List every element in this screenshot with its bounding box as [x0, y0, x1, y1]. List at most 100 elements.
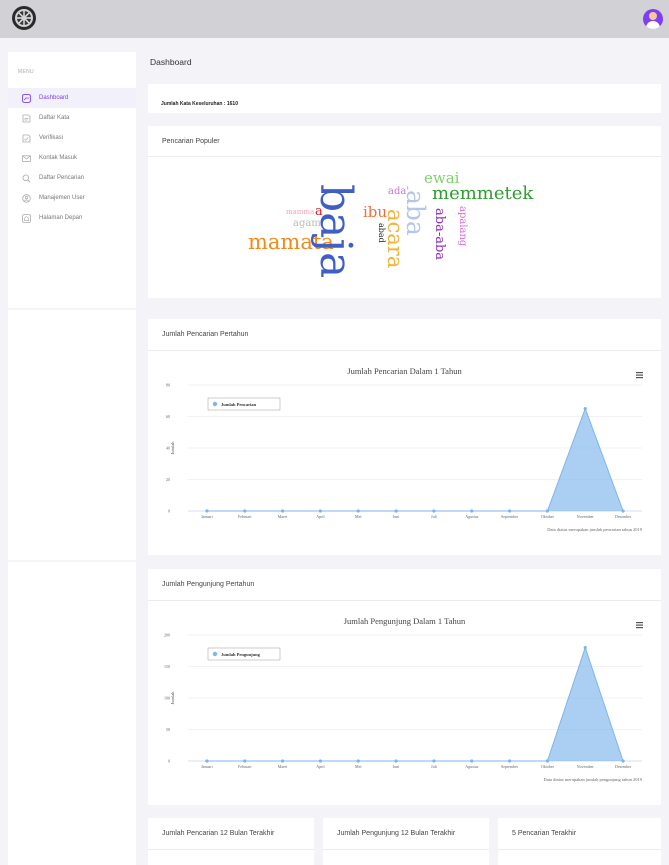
visitor-12-months-title: Jumlah Pengunjung 12 Bulan Terakhir [337, 830, 456, 837]
search-12-months-card: Jumlah Pencarian 12 Bulan Terakhir [148, 818, 314, 865]
word-cloud-word[interactable]: agam [293, 219, 321, 229]
data-point [356, 759, 360, 763]
hamburger-line [636, 624, 643, 626]
data-point [621, 759, 625, 763]
x-tick-label: Mei [355, 764, 362, 769]
chart-caption: Data diatas merupakan jumlah pengunjung … [544, 777, 643, 782]
check-doc-icon [22, 134, 31, 143]
search-12-months-title: Jumlah Pencarian 12 Bulan Terakhir [162, 830, 275, 837]
data-point [280, 759, 285, 763]
page-title: Dashboard [150, 57, 192, 67]
sidebar-item-halaman-depan[interactable]: Halaman Depan [8, 208, 136, 228]
legend-marker [212, 401, 218, 407]
yearly-visitor-chart: Jumlah Pengunjung Dalam 1 Tahun050100150… [164, 616, 643, 782]
data-point [318, 759, 323, 763]
avatar-body [646, 21, 660, 29]
chart-caption: Data diatas merupakan jumlah pencarian t… [547, 527, 642, 532]
x-tick-label: Maret [278, 764, 288, 769]
sidebar-divider [8, 560, 136, 562]
yearly-search-chart: Jumlah Pencarian Dalam 1 Tahun020406080J… [166, 366, 643, 532]
data-point [394, 759, 398, 763]
x-tick-label: September [501, 514, 519, 519]
sidebar-item-dashboard[interactable]: Dashboard [8, 88, 136, 108]
word-cloud-word[interactable]: baja [310, 184, 361, 278]
popular-search-title: Pencarian Populer [162, 138, 220, 145]
data-point [507, 759, 512, 763]
x-tick-label: Juli [431, 764, 438, 769]
hamburger-line [636, 627, 643, 629]
y-axis-label: Jumlah [170, 441, 175, 455]
data-point [280, 509, 285, 513]
y-tick-label: 200 [164, 633, 170, 638]
series-area [206, 408, 624, 511]
y-axis-label: Jumlah [170, 691, 175, 705]
y-tick-label: 0 [168, 759, 170, 764]
x-tick-label: Maret [278, 514, 288, 519]
home-icon [22, 213, 31, 223]
x-tick-label: April [316, 514, 325, 519]
sidebar-item-verifikasi[interactable]: Verifikasi [8, 128, 136, 148]
x-tick-label: Oktober [541, 764, 555, 769]
y-tick-label: 60 [166, 414, 170, 419]
latest-searches-card: 5 Pencarian Terakhir [498, 818, 661, 865]
hamburger-line [636, 622, 643, 624]
data-point [356, 509, 360, 513]
word-cloud-word[interactable]: mamma [286, 209, 314, 216]
word-cloud-word[interactable]: a [315, 205, 323, 218]
y-tick-label: 50 [166, 727, 170, 732]
y-tick-label: 0 [168, 509, 170, 514]
card-divider [148, 156, 661, 157]
sidebar-item-kontak-masuk[interactable]: Kontak Masuk [8, 148, 136, 168]
dashboard-icon [22, 93, 31, 103]
user-circle-icon [22, 193, 31, 203]
x-tick-label: Februari [238, 514, 252, 519]
x-tick-label: Mei [355, 514, 362, 519]
word-cloud-word[interactable]: aba-aba [432, 208, 447, 260]
data-point [545, 759, 550, 763]
word-cloud-word[interactable]: abad [377, 223, 386, 243]
hamburger-menu-icon[interactable] [636, 372, 643, 379]
data-point [394, 509, 398, 513]
chart-title: Jumlah Pencarian Dalam 1 Tahun [347, 366, 462, 376]
word-cloud-word[interactable]: ada' [388, 187, 409, 197]
sidebar-item-label: Dashboard [39, 95, 69, 101]
x-tick-label: Agustus [465, 514, 479, 519]
data-point [205, 759, 209, 763]
data-point [205, 509, 209, 513]
word-cloud-word[interactable]: ewai [424, 171, 459, 186]
x-tick-label: November [577, 514, 595, 519]
university-seal-icon[interactable] [11, 5, 37, 31]
top-bar [0, 0, 669, 38]
legend-marker [212, 651, 218, 657]
sidebar-item-daftar-kata[interactable]: Daftar Kata [8, 108, 136, 128]
data-point [470, 759, 474, 763]
sidebar-divider [8, 308, 136, 310]
data-point [507, 509, 512, 513]
y-tick-label: 20 [166, 477, 170, 482]
hamburger-menu-icon[interactable] [636, 622, 643, 629]
yearly-search-card: Jumlah Pencarian Pertahun Jumlah Pencari… [148, 319, 661, 555]
search-icon [22, 174, 31, 183]
card-divider [498, 849, 661, 850]
sidebar-item-label: Halaman Depan [39, 215, 83, 221]
word-cloud-word[interactable]: ibu [363, 205, 387, 220]
word-cloud-word[interactable]: apalang [457, 206, 468, 246]
data-point [470, 509, 474, 513]
card-divider [148, 849, 314, 850]
sidebar: MENU Dashboard Daftar Kata Verifikasi Ko… [8, 52, 136, 865]
data-point [545, 509, 550, 513]
sidebar-item-manajemen-user[interactable]: Manajemen User [8, 188, 136, 208]
sidebar-item-daftar-pencarian[interactable]: Daftar Pencarian [8, 168, 136, 188]
word-cloud-word[interactable]: memmetek [432, 185, 533, 203]
sidebar-item-label: Kontak Masuk [39, 155, 78, 161]
y-tick-label: 80 [166, 383, 170, 388]
x-tick-label: Februari [238, 764, 252, 769]
x-tick-label: Desember [615, 764, 632, 769]
user-avatar-icon[interactable] [643, 9, 663, 29]
visitor-12-months-card: Jumlah Pengunjung 12 Bulan Terakhir [323, 818, 489, 865]
word-cloud-word[interactable]: acara [383, 209, 407, 268]
y-tick-label: 150 [164, 664, 170, 669]
hamburger-line [636, 372, 643, 374]
data-point [318, 509, 323, 513]
chart-title: Jumlah Pengunjung Dalam 1 Tahun [344, 616, 466, 626]
